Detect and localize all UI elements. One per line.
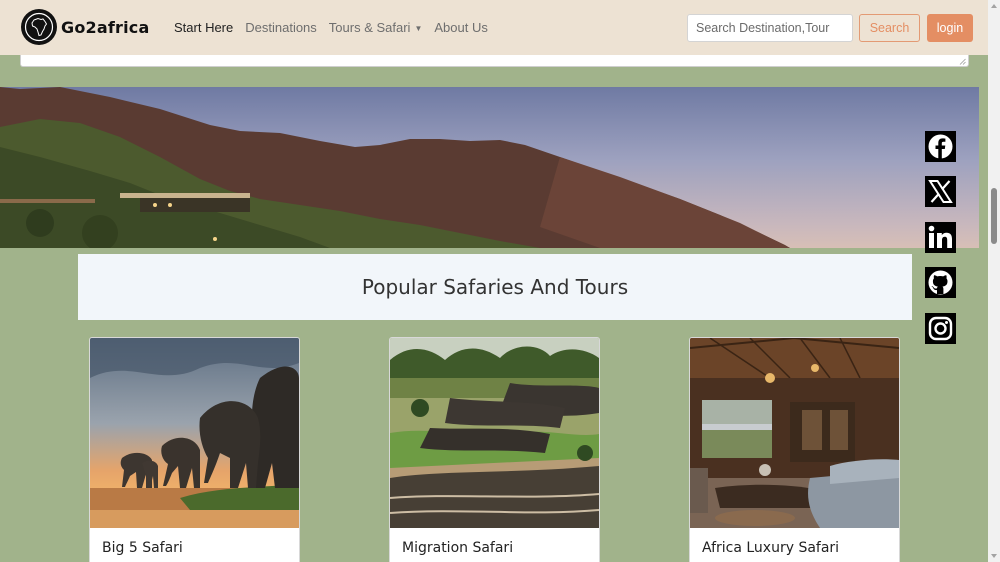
brand-name: Go2africa <box>61 17 150 37</box>
wildebeest-migration-image <box>390 338 599 528</box>
hero-banner-image <box>0 87 979 248</box>
linkedin-icon <box>928 225 952 248</box>
luxury-lodge-interior-image <box>690 338 899 528</box>
tour-card-luxury[interactable]: Africa Luxury Safari <box>689 337 900 562</box>
scroll-down-arrow-icon[interactable] <box>991 554 997 558</box>
card-title[interactable]: Africa Luxury Safari <box>702 540 839 556</box>
elephants-sunset-image <box>90 338 299 528</box>
section-title: Popular Safaries And Tours <box>361 275 629 299</box>
nav-links: Start Here Destinations Tours & Safari ▼ … <box>174 0 500 55</box>
page-scrollbar[interactable] <box>988 0 1000 562</box>
x-link[interactable] <box>925 176 956 207</box>
linkedin-link[interactable] <box>925 222 956 253</box>
scrollbar-thumb[interactable] <box>991 188 997 244</box>
tour-card-big-5[interactable]: Big 5 Safari <box>89 337 300 562</box>
chevron-down-icon: ▼ <box>414 24 423 34</box>
brand[interactable]: Go2africa <box>21 9 149 45</box>
facebook-link[interactable] <box>925 131 956 162</box>
nav-item-tours-safari[interactable]: Tours & Safari ▼ <box>329 20 423 35</box>
resize-handle-icon[interactable] <box>959 58 966 65</box>
login-button[interactable]: login <box>927 14 973 42</box>
github-icon <box>928 270 953 295</box>
card-title[interactable]: Big 5 Safari <box>102 540 183 556</box>
navbar: Go2africa Start Here Destinations Tours … <box>0 0 988 55</box>
card-title[interactable]: Migration Safari <box>402 540 513 556</box>
message-textarea[interactable] <box>20 55 969 67</box>
nav-item-start-here[interactable]: Start Here <box>174 20 233 35</box>
nav-item-destinations[interactable]: Destinations <box>245 20 317 35</box>
nav-item-about-us[interactable]: About Us <box>434 20 487 35</box>
search-input[interactable] <box>687 14 853 42</box>
instagram-link[interactable] <box>925 313 956 344</box>
nav-item-tours-safari-label: Tours & Safari <box>328 20 411 35</box>
search-button[interactable]: Search <box>859 14 920 42</box>
github-link[interactable] <box>925 267 956 298</box>
x-icon <box>928 180 953 203</box>
africa-map-icon <box>21 9 57 45</box>
instagram-icon <box>928 316 953 341</box>
mountain-landscape-illustration <box>0 87 790 248</box>
tour-card-migration[interactable]: Migration Safari <box>389 337 600 562</box>
section-header: Popular Safaries And Tours <box>78 254 912 320</box>
facebook-icon <box>928 134 953 159</box>
scroll-up-arrow-icon[interactable] <box>991 4 997 8</box>
